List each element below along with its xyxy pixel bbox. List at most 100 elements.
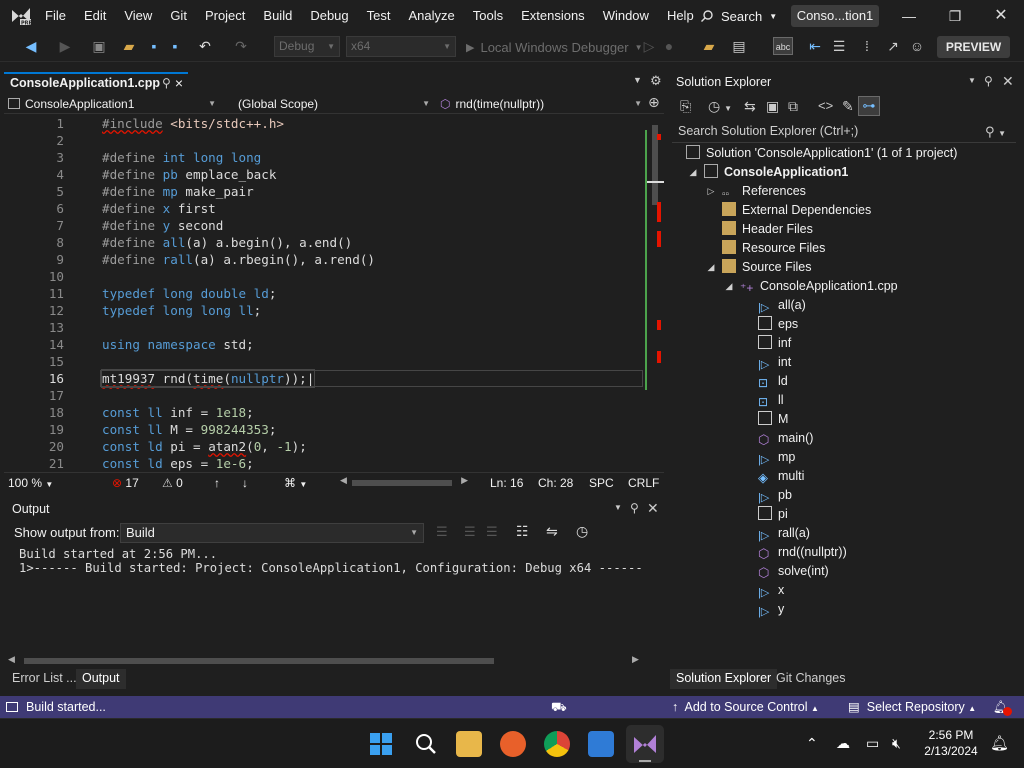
- timestamp-clock-icon[interactable]: ◷: [576, 523, 588, 540]
- menu-build[interactable]: Build: [254, 0, 301, 32]
- feedback-icon[interactable]: ☺: [908, 37, 926, 55]
- close-window-button[interactable]: ✕: [978, 0, 1024, 32]
- tab-error-list[interactable]: Error List ...: [6, 669, 83, 689]
- solution-configuration-select[interactable]: Debug ▼: [274, 36, 340, 57]
- taskbar-search-icon[interactable]: [413, 731, 439, 757]
- menu-view[interactable]: View: [115, 0, 161, 32]
- tab-list-dropdown-icon[interactable]: ▼: [633, 75, 642, 85]
- symbol-item[interactable]: |▷ y: [758, 600, 784, 619]
- preview-selected-items-icon[interactable]: ⊶: [858, 96, 880, 116]
- preview-button[interactable]: PREVIEW: [937, 36, 1010, 58]
- tree-header-files[interactable]: Header Files: [722, 220, 813, 239]
- error-count[interactable]: ⊗ 17: [112, 475, 139, 491]
- show-hidden-icons-chevron-icon[interactable]: ⌃: [806, 735, 818, 752]
- tree-external-dependencies[interactable]: External Dependencies: [722, 201, 871, 220]
- solution-platform-select[interactable]: x64 ▼: [346, 36, 456, 57]
- pin-icon[interactable]: ⚲: [162, 74, 171, 93]
- start-without-debugging-icon[interactable]: ▷: [640, 37, 658, 55]
- select-repository-button[interactable]: ▤ Select Repository ▲: [848, 696, 976, 720]
- expanded-arrow-icon[interactable]: ◢: [722, 277, 736, 296]
- redo-icon[interactable]: ↷: [232, 37, 250, 55]
- sync-icon[interactable]: ⇆: [744, 98, 756, 115]
- previous-issue-arrow-icon[interactable]: ↑: [214, 475, 220, 491]
- show-all-files-icon[interactable]: ⧉: [788, 98, 798, 115]
- output-text-area[interactable]: Build started at 2:56 PM... 1>------ Bui…: [4, 546, 647, 652]
- spell-check-icon[interactable]: abc: [773, 37, 793, 55]
- menu-tools[interactable]: Tools: [464, 0, 512, 32]
- live-share-icon[interactable]: ↗: [884, 37, 902, 55]
- symbol-item[interactable]: |▷ mp: [758, 448, 795, 467]
- previous-message-icon[interactable]: ☰: [464, 524, 476, 540]
- search-icon[interactable]: ⚲ ▼: [985, 121, 1006, 144]
- menu-test[interactable]: Test: [358, 0, 400, 32]
- firefox-taskbar-icon[interactable]: [500, 731, 526, 757]
- undo-icon[interactable]: ↶: [196, 37, 214, 55]
- menu-edit[interactable]: Edit: [75, 0, 115, 32]
- network-icon[interactable]: ▭: [866, 735, 879, 752]
- symbol-item[interactable]: pi: [758, 505, 788, 524]
- menu-help[interactable]: Help: [658, 0, 703, 32]
- symbol-item[interactable]: |▷ int: [758, 353, 791, 372]
- solution-title-badge[interactable]: Conso...tion1: [791, 5, 879, 27]
- properties-wrench-icon[interactable]: ✎: [842, 98, 854, 115]
- maximize-button[interactable]: ❐: [932, 0, 978, 32]
- tab-solution-explorer[interactable]: Solution Explorer: [670, 669, 778, 689]
- new-project-icon[interactable]: ▣: [90, 37, 108, 55]
- search-menu[interactable]: Search ▼: [700, 6, 777, 26]
- chevron-down-icon[interactable]: ▼: [968, 76, 976, 85]
- menu-extensions[interactable]: Extensions: [512, 0, 594, 32]
- windows-start-icon[interactable]: [368, 731, 394, 757]
- collapse-all-icon[interactable]: ▣: [766, 98, 779, 115]
- chrome-taskbar-icon[interactable]: [544, 731, 570, 757]
- next-message-icon[interactable]: ☰: [486, 524, 498, 540]
- symbol-item[interactable]: ⊡ ld: [758, 372, 788, 391]
- menu-analyze[interactable]: Analyze: [399, 0, 463, 32]
- symbol-item[interactable]: ⬡ rnd((nullptr)): [758, 543, 847, 562]
- indent-icon[interactable]: ☰: [830, 37, 848, 55]
- menu-git[interactable]: Git: [161, 0, 196, 32]
- tree-source-files[interactable]: ◢ Source Files: [708, 258, 811, 277]
- notifications-bell-icon[interactable]: 🔔︎: [990, 734, 1009, 752]
- symbol-item[interactable]: ⬡ main(): [758, 429, 813, 448]
- close-icon[interactable]: ✕: [647, 500, 659, 517]
- clear-all-icon[interactable]: ☷: [516, 523, 529, 540]
- symbol-item[interactable]: |▷ rall(a): [758, 524, 810, 543]
- tree-references[interactable]: ▷ ▫▫ References: [708, 182, 806, 201]
- back-icon[interactable]: ◀: [22, 37, 40, 55]
- symbol-item[interactable]: ⊡ ll: [758, 391, 784, 410]
- project-dropdown[interactable]: ConsoleApplication1 ▼: [8, 95, 220, 113]
- column-indicator[interactable]: Ch: 28: [538, 475, 573, 491]
- symbol-item[interactable]: ◈ multi: [758, 467, 804, 486]
- next-issue-arrow-icon[interactable]: ↓: [242, 475, 248, 491]
- symbol-item[interactable]: M: [758, 410, 788, 429]
- chevron-down-icon[interactable]: ▼: [614, 503, 622, 512]
- pin-icon[interactable]: ⚲: [630, 501, 639, 515]
- scope-dropdown[interactable]: (Global Scope) ▼: [238, 95, 434, 113]
- file-explorer-taskbar-icon[interactable]: [456, 731, 482, 757]
- save-all-icon[interactable]: ▪: [166, 37, 184, 55]
- split-editor-icon[interactable]: ⊕: [648, 94, 660, 111]
- save-icon[interactable]: ▪: [145, 37, 163, 55]
- tree-file-consoleapplication1-cpp[interactable]: ◢ ⁺+ ConsoleApplication1.cpp: [726, 277, 898, 296]
- notification-center-icon[interactable]: ⛟: [551, 696, 567, 718]
- output-source-select[interactable]: Build ▼: [120, 523, 424, 543]
- zoom-dropdown[interactable]: 100 % ▼: [8, 475, 53, 493]
- switch-views-icon[interactable]: ⎘: [680, 98, 691, 115]
- editor-vertical-scrollbar[interactable]: [647, 115, 664, 472]
- menu-file[interactable]: File: [36, 0, 75, 32]
- menu-debug[interactable]: Debug: [301, 0, 357, 32]
- symbol-item[interactable]: |▷ pb: [758, 486, 792, 505]
- view-code-icon[interactable]: <>: [818, 98, 833, 113]
- expanded-arrow-icon[interactable]: ◢: [704, 258, 718, 277]
- symbol-item[interactable]: eps: [758, 315, 798, 334]
- collapsed-arrow-icon[interactable]: ▷: [704, 182, 718, 201]
- forward-icon[interactable]: ▶: [56, 37, 74, 55]
- pending-changes-filter-icon[interactable]: ◷ ▼: [708, 98, 732, 115]
- symbol-item[interactable]: |▷ x: [758, 581, 784, 600]
- whitespace-indicator[interactable]: SPC: [589, 475, 614, 491]
- add-to-source-control-button[interactable]: ↑ Add to Source Control ▲: [672, 696, 819, 720]
- warning-count[interactable]: ⚠ 0: [162, 475, 183, 491]
- line-ending-indicator[interactable]: CRLF: [628, 475, 659, 491]
- editor-horizontal-scrollbar[interactable]: ◀ ▶: [340, 475, 468, 489]
- tab-git-changes[interactable]: Git Changes: [770, 669, 851, 689]
